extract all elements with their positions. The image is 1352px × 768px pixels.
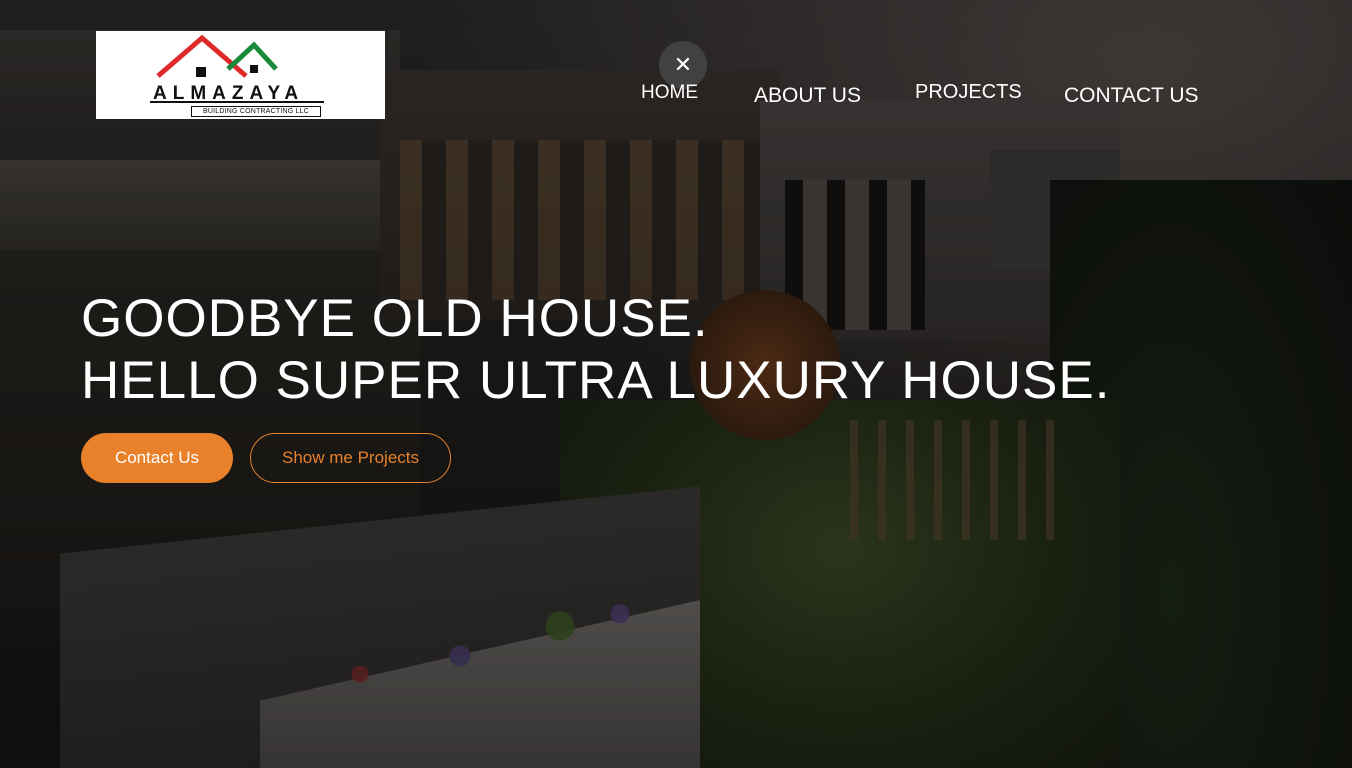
nav-about-us[interactable]: ABOUT US	[754, 84, 861, 108]
headline-line-2: HELLO SUPER ULTRA LUXURY HOUSE.	[81, 351, 1111, 410]
hero-headline: GOODBYE OLD HOUSE. HELLO SUPER ULTRA LUX…	[81, 288, 1111, 412]
nav-contact-us[interactable]: CONTACT US	[1064, 84, 1199, 108]
nav-projects[interactable]: PROJECTS	[915, 81, 1022, 104]
logo-wordmark: ALMAZAYA	[153, 83, 305, 104]
show-projects-button[interactable]: Show me Projects	[250, 433, 451, 483]
nav-home[interactable]: HOME	[641, 82, 698, 104]
contact-us-button[interactable]: Contact Us	[81, 433, 233, 483]
logo-tagline: BUILDING CONTRACTING LLC	[191, 106, 321, 117]
hero-section: ALMAZAYA BUILDING CONTRACTING LLC ✕ HOME…	[0, 0, 1352, 768]
site-logo[interactable]: ALMAZAYA BUILDING CONTRACTING LLC	[96, 31, 385, 119]
close-icon: ✕	[673, 52, 693, 78]
headline-line-1: GOODBYE OLD HOUSE.	[81, 289, 709, 348]
